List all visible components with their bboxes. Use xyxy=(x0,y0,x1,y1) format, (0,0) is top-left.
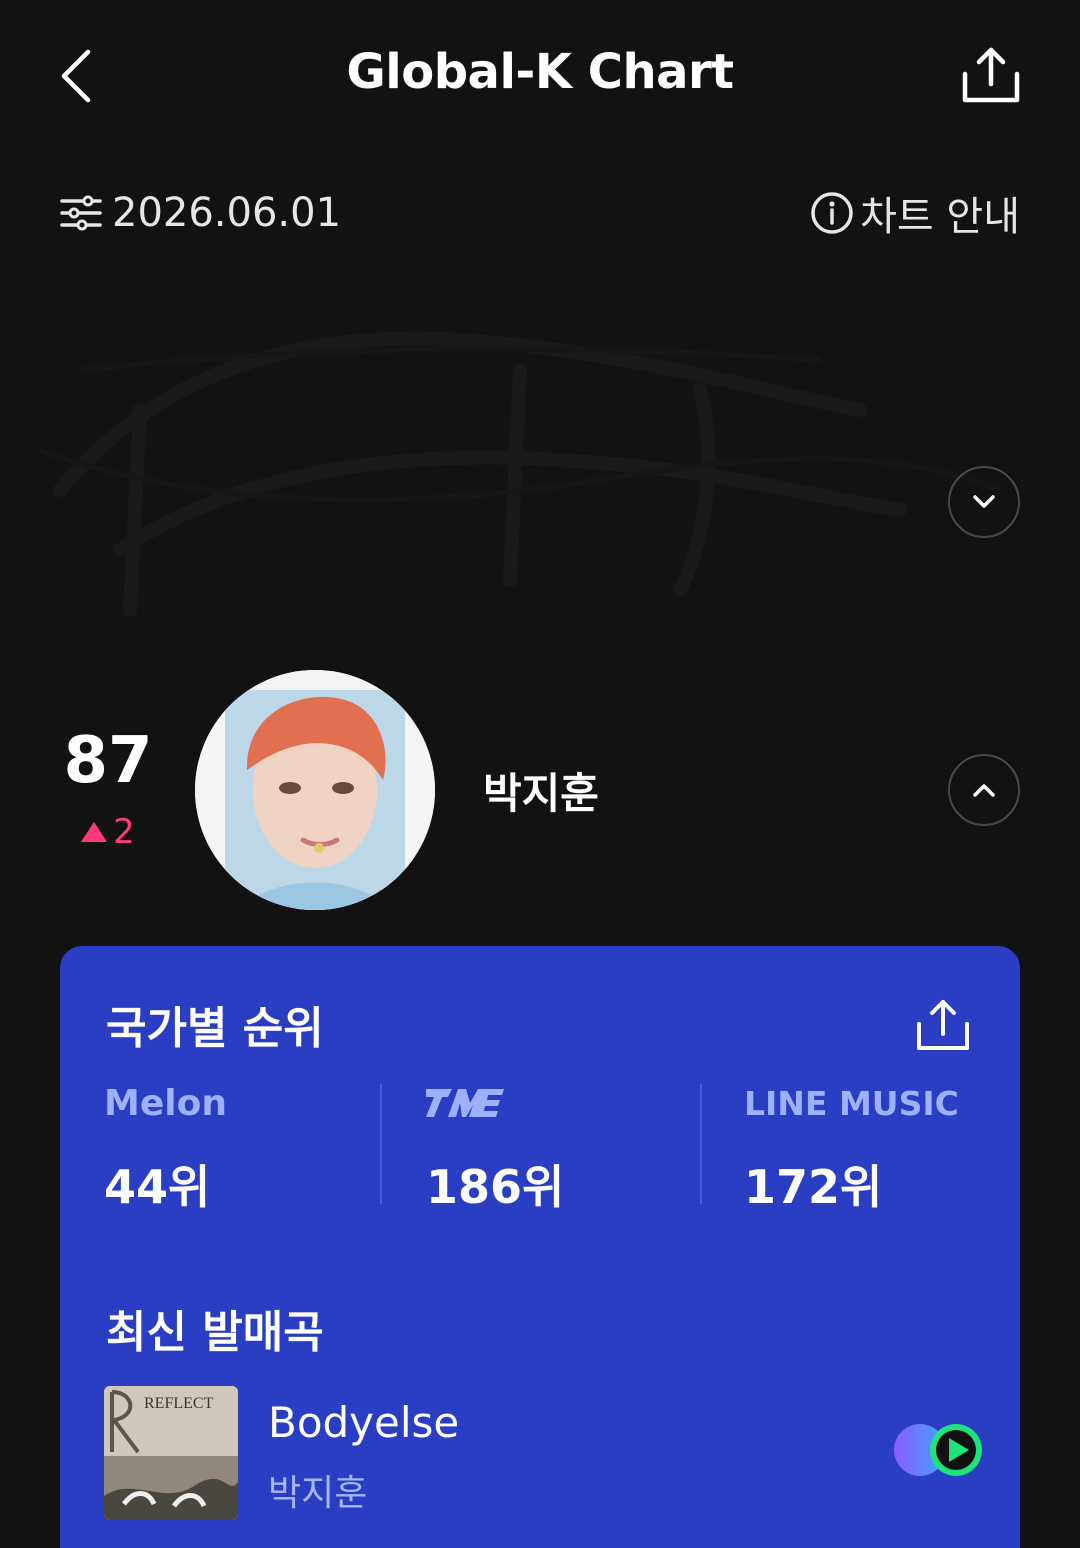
chart-detail-screen: Global-K Chart 2026.06.01 차트 안내 87 2 박지훈… xyxy=(0,0,1080,1548)
artist-name[interactable]: 박지훈 xyxy=(483,760,599,821)
artist-photo xyxy=(195,670,435,910)
svg-text:REFLECT: REFLECT xyxy=(144,1395,214,1412)
song-title: Bodyelse xyxy=(268,1398,460,1447)
filter-icon xyxy=(60,195,102,231)
latest-release-title: 최신 발매곡 xyxy=(106,1307,324,1358)
platform-rank: 44위 xyxy=(104,1160,211,1214)
platform-stat-line-music: LINE MUSIC 172위 xyxy=(744,1081,1044,1215)
rank-change-value: 2 xyxy=(113,812,135,852)
background-artwork xyxy=(38,331,1002,617)
play-button[interactable] xyxy=(892,1420,984,1480)
album-cover: REFLECT xyxy=(104,1386,238,1520)
rank-change: 2 xyxy=(48,812,168,852)
country-rank-card: 국가별 순위 Melon 44위 TME 186위 xyxy=(60,946,1020,1548)
platform-stat-tme: TME 186위 xyxy=(426,1081,726,1214)
rank-up-icon xyxy=(81,822,108,842)
song-artist: 박지훈 xyxy=(268,1473,368,1514)
platform-rank: 172위 xyxy=(744,1160,883,1214)
rank-number: 87 xyxy=(63,724,153,798)
collapse-button[interactable] xyxy=(948,754,1020,826)
expand-button[interactable] xyxy=(948,466,1020,538)
melon-logo: Melon xyxy=(104,1082,227,1124)
card-share-button[interactable] xyxy=(914,996,972,1054)
artist-avatar[interactable] xyxy=(195,670,435,910)
chevron-down-icon xyxy=(973,495,995,508)
share-icon xyxy=(962,47,1020,103)
chart-date: 2026.06.01 xyxy=(112,190,342,236)
divider xyxy=(380,1084,382,1204)
page-title: Global-K Chart xyxy=(346,44,734,100)
tme-logo-mark xyxy=(426,1089,504,1117)
platform-rank: 186위 xyxy=(426,1160,565,1214)
play-icon xyxy=(894,1424,982,1476)
chart-info-label: 차트 안내 xyxy=(860,194,1020,240)
chevron-up-icon xyxy=(973,784,995,797)
platform-stat-melon: Melon 44위 xyxy=(104,1081,404,1215)
top-bar: Global-K Chart xyxy=(0,0,1080,150)
line-music-logo: LINE MUSIC xyxy=(744,1083,959,1123)
share-button[interactable] xyxy=(960,44,1022,106)
latest-song-item[interactable]: REFLECT Bodyelse 박지훈 xyxy=(104,1386,984,1520)
album-cover-art: REFLECT xyxy=(104,1386,238,1520)
divider xyxy=(700,1084,702,1204)
tme-logo: TME xyxy=(426,1081,726,1125)
share-icon xyxy=(917,1000,969,1050)
chart-info-button[interactable]: 차트 안내 xyxy=(810,186,1020,240)
date-selector[interactable]: 2026.06.01 xyxy=(60,188,341,238)
country-rank-title: 국가별 순위 xyxy=(106,1003,324,1054)
info-icon xyxy=(811,192,853,234)
